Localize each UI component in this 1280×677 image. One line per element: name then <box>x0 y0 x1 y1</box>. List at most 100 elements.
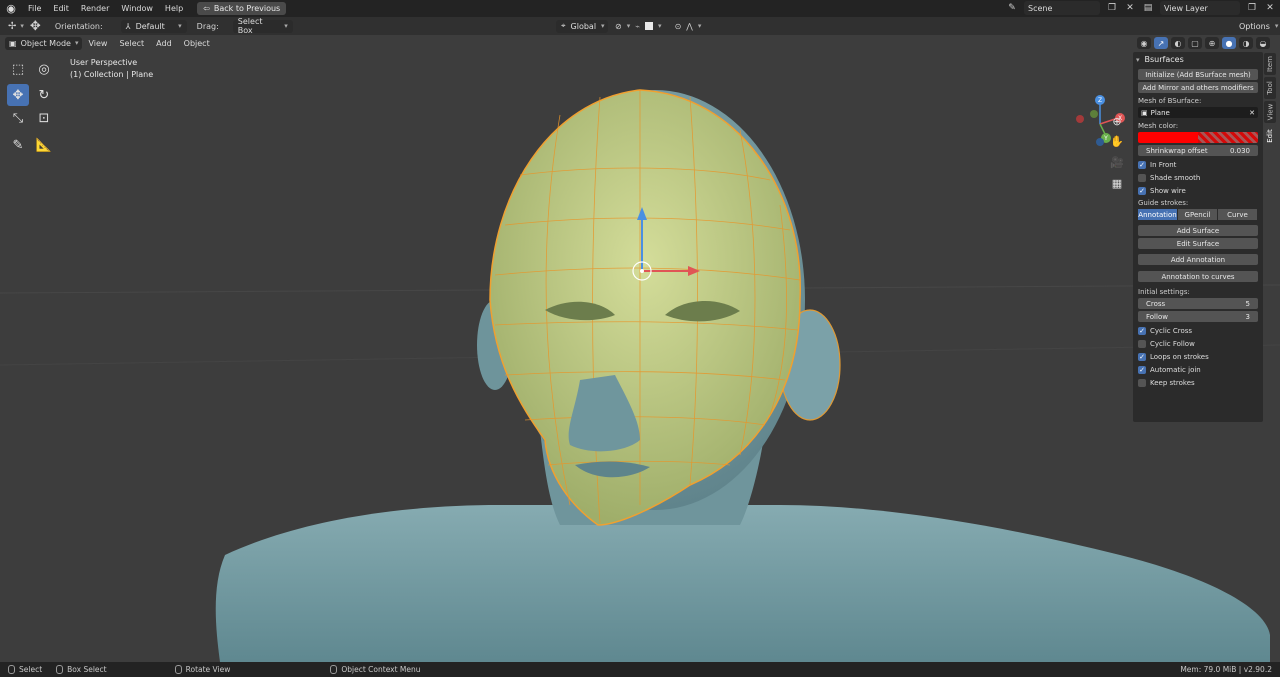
menu-edit[interactable]: Edit <box>47 0 75 17</box>
menu-window[interactable]: Window <box>115 0 159 17</box>
cursor-tool-icon[interactable]: ◎ <box>33 58 55 80</box>
options-dropdown[interactable]: Options ▾ <box>1234 20 1278 33</box>
object-mode-dropdown[interactable]: ▣ Object Mode ▾ <box>5 36 83 50</box>
cross-slider[interactable]: Cross 5 <box>1138 298 1258 309</box>
show-wire-label: Show wire <box>1150 186 1186 195</box>
mesh-field[interactable]: ▣ Plane ✕ <box>1138 107 1258 118</box>
checkbox-shade-smooth[interactable]: Shade smooth <box>1138 171 1258 184</box>
mouse-middle-icon <box>174 665 182 674</box>
delete-view-layer-icon[interactable]: ✕ <box>1264 2 1276 14</box>
initialize-button[interactable]: Initialize (Add BSurface mesh) <box>1138 69 1258 80</box>
menu-file[interactable]: File <box>22 0 47 17</box>
pan-hand-icon[interactable]: ✋ <box>1109 133 1125 149</box>
gizmo-toggle-icon[interactable]: ↗ <box>1154 37 1168 49</box>
view-layer-selector[interactable]: View Layer <box>1160 1 1240 15</box>
view-layer-icon[interactable]: ▤ <box>1142 2 1154 14</box>
measure-tool-icon[interactable]: 📐 <box>33 134 55 156</box>
guide-gpencil-option[interactable]: GPencil <box>1178 209 1217 220</box>
zoom-icon[interactable]: ⊕ <box>1109 113 1125 129</box>
visibility-icon[interactable]: ◉ <box>1137 37 1151 49</box>
xray-icon[interactable]: ▢ <box>1188 37 1202 49</box>
checkbox-automatic-join[interactable]: ✓ Automatic join <box>1138 363 1258 376</box>
overlay-icon[interactable]: ◐ <box>1171 37 1185 49</box>
menu-view[interactable]: View <box>82 39 113 48</box>
panel-header[interactable]: ▾ Bsurfaces <box>1136 52 1258 67</box>
new-view-layer-icon[interactable]: ❐ <box>1246 2 1258 14</box>
rotate-tool-icon[interactable]: ↻ <box>33 84 55 106</box>
tab-view[interactable]: View <box>1264 101 1276 123</box>
transform-tool-icon: ✢ <box>8 20 17 32</box>
status-rotate-view: Rotate View <box>174 665 230 674</box>
checkbox-keep-strokes[interactable]: Keep strokes <box>1138 376 1258 389</box>
gizmo-neg-x-ball[interactable] <box>1076 115 1084 123</box>
checkbox-cyclic-follow[interactable]: Cyclic Follow <box>1138 337 1258 350</box>
gizmo-neg-y-ball[interactable] <box>1090 110 1098 118</box>
chevron-down-icon: ▾ <box>20 22 24 30</box>
perspective-label: User Perspective <box>70 58 138 67</box>
guide-annotation-option[interactable]: Annotation <box>1138 209 1177 220</box>
annotate-tool-icon[interactable]: ✎ <box>7 134 29 156</box>
transform-tool-icon[interactable]: ⊡ <box>33 107 55 129</box>
shrinkwrap-value: 0.030 <box>1229 146 1250 155</box>
shading-wireframe-icon[interactable]: ⊕ <box>1205 37 1219 49</box>
tab-tool[interactable]: Tool <box>1264 77 1276 99</box>
shading-solid-icon[interactable]: ● <box>1222 37 1236 49</box>
new-scene-icon[interactable]: ❐ <box>1106 2 1118 14</box>
blender-logo-icon[interactable]: ◉ <box>0 0 22 17</box>
shading-material-icon[interactable]: ◑ <box>1239 37 1253 49</box>
proportional-editing-icon[interactable]: ⊙ <box>675 22 682 31</box>
snap-icon[interactable]: ⌁ <box>635 22 640 31</box>
back-to-previous-label: Back to Previous <box>213 4 281 13</box>
add-annotation-button[interactable]: Add Annotation <box>1138 254 1258 265</box>
mesh-label: Mesh of BSurface: <box>1138 97 1202 105</box>
menu-render[interactable]: Render <box>75 0 115 17</box>
tab-item[interactable]: Item <box>1264 53 1276 75</box>
orientation-dropdown[interactable]: ⅄ Default ▾ <box>120 19 187 33</box>
cross-value: 5 <box>1245 299 1250 308</box>
menu-object[interactable]: Object <box>178 39 216 48</box>
scene-selector[interactable]: Scene <box>1024 1 1100 15</box>
annotation-to-curves-button[interactable]: Annotation to curves <box>1138 271 1258 282</box>
3d-viewport[interactable]: ▣ Object Mode ▾ View Select Add Object ◉… <box>0 35 1280 662</box>
menu-help[interactable]: Help <box>159 0 189 17</box>
loops-label: Loops on strokes <box>1150 352 1209 361</box>
checkbox-cyclic-cross[interactable]: ✓ Cyclic Cross <box>1138 324 1258 337</box>
mesh-color-swatch[interactable] <box>1138 132 1258 143</box>
menu-add[interactable]: Add <box>150 39 178 48</box>
camera-view-icon[interactable]: 🎥 <box>1109 154 1125 170</box>
chevron-down-icon: ▾ <box>601 22 605 30</box>
pivot-point-icon[interactable]: ⊘ <box>615 22 622 31</box>
select-box-tool-icon[interactable]: ⬚ <box>7 58 29 80</box>
falloff-icon[interactable]: ⋀ <box>686 22 693 31</box>
guide-curve-option[interactable]: Curve <box>1218 209 1257 220</box>
tool-settings-icon[interactable]: ✢ ▾ <box>8 21 24 32</box>
tab-edit[interactable]: Edit <box>1264 125 1276 147</box>
shrinkwrap-offset-slider[interactable]: Shrinkwrap offset 0.030 <box>1138 145 1258 156</box>
checkbox-in-front[interactable]: ✓ In Front <box>1138 158 1258 171</box>
gizmo-neg-z-ball[interactable] <box>1096 138 1104 146</box>
object-mode-icon: ▣ <box>9 38 17 48</box>
cyclic-cross-label: Cyclic Cross <box>1150 326 1193 335</box>
drag-dropdown[interactable]: Select Box ▾ <box>232 17 293 35</box>
shading-rendered-icon[interactable]: ◒ <box>1256 37 1270 49</box>
gizmo-y-label: Y <box>1103 135 1108 142</box>
move-tool-icon[interactable]: ✥ <box>30 19 41 34</box>
scene-icon[interactable]: ✎ <box>1006 2 1018 14</box>
clear-icon[interactable]: ✕ <box>1249 109 1255 117</box>
transform-orientation-dropdown[interactable]: ⌖ Global ▾ <box>556 19 608 33</box>
menu-select[interactable]: Select <box>113 39 150 48</box>
scale-tool-icon[interactable]: ⤡ <box>7 107 29 129</box>
follow-slider[interactable]: Follow 3 <box>1138 311 1258 322</box>
edit-surface-button[interactable]: Edit Surface <box>1138 238 1258 249</box>
drag-value: Select Box <box>237 17 263 35</box>
add-mirror-button[interactable]: Add Mirror and others modifiers <box>1138 82 1258 93</box>
checkbox-show-wire[interactable]: ✓ Show wire <box>1138 184 1258 197</box>
snap-target-icon[interactable] <box>645 22 654 30</box>
move-tool-button-icon[interactable]: ✥ <box>7 84 29 106</box>
checkbox-loops-on-strokes[interactable]: ✓ Loops on strokes <box>1138 350 1258 363</box>
grid-view-icon[interactable]: ▦ <box>1109 175 1125 191</box>
back-to-previous-button[interactable]: ⇦ Back to Previous <box>197 2 287 15</box>
add-surface-button[interactable]: Add Surface <box>1138 225 1258 236</box>
initial-settings-label: Initial settings: <box>1138 288 1190 296</box>
delete-scene-icon[interactable]: ✕ <box>1124 2 1136 14</box>
